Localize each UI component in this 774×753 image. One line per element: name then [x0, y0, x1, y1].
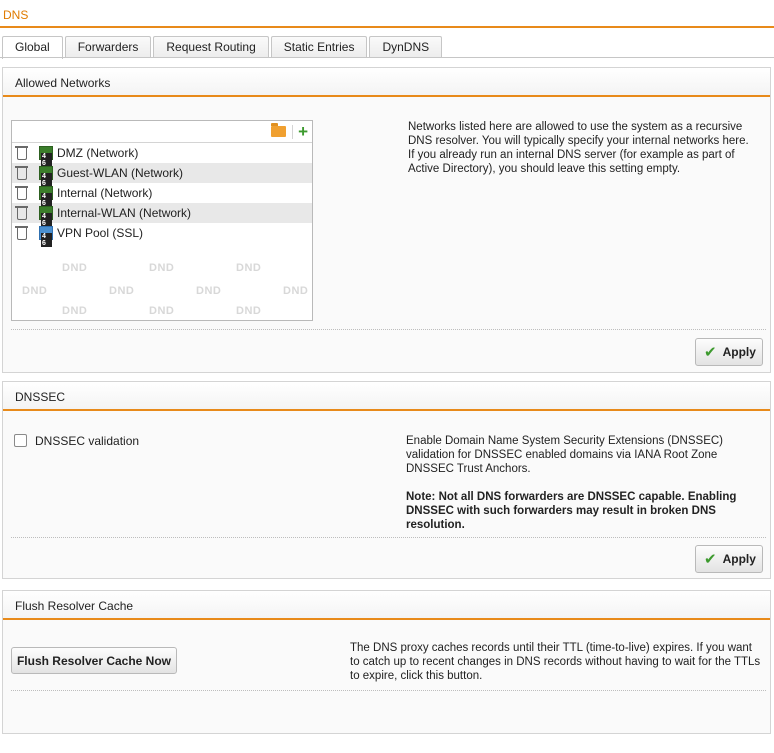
allowed-networks-list[interactable]: + DMZ (Network) Guest-WLAN (Network) Int…	[11, 120, 313, 321]
watermark: DND	[283, 285, 309, 297]
page-title: DNS	[0, 0, 774, 28]
watermark: DND	[149, 305, 175, 317]
check-icon: ✔	[704, 344, 717, 361]
watermark: DND	[149, 262, 175, 274]
network-icon	[39, 206, 53, 227]
divider	[11, 537, 766, 538]
tab-request-routing[interactable]: Request Routing	[153, 36, 269, 58]
dnssec-description: Enable Domain Name System Security Exten…	[406, 435, 724, 475]
list-item-label: Guest-WLAN (Network)	[57, 166, 184, 180]
dnssec-description-block: Enable Domain Name System Security Exten…	[406, 434, 756, 546]
network-icon	[39, 146, 53, 167]
apply-button[interactable]: ✔ Apply	[695, 338, 763, 366]
section-title: Flush Resolver Cache	[3, 591, 770, 620]
folder-icon[interactable]	[271, 123, 287, 137]
trash-icon[interactable]	[15, 146, 28, 160]
list-item[interactable]: Internal-WLAN (Network)	[12, 203, 312, 227]
watermark: DND	[62, 305, 88, 317]
list-item[interactable]: Guest-WLAN (Network)	[12, 163, 312, 187]
trash-icon[interactable]	[15, 166, 28, 180]
list-item[interactable]: VPN Pool (SSL)	[12, 223, 312, 247]
list-toolbar: +	[12, 121, 312, 143]
add-icon[interactable]: +	[298, 123, 308, 140]
trash-icon[interactable]	[15, 226, 28, 240]
flush-description: The DNS proxy caches records until their…	[350, 642, 761, 682]
divider	[11, 690, 766, 691]
allowed-networks-section: Allowed Networks + DMZ (Network) Guest-W…	[2, 67, 771, 373]
section-title: Allowed Networks	[3, 68, 770, 97]
divider	[11, 329, 766, 330]
trash-icon[interactable]	[15, 186, 28, 200]
dnssec-note: Note: Not all DNS forwarders are DNSSEC …	[406, 491, 737, 531]
allowed-networks-description: Networks listed here are allowed to use …	[408, 121, 749, 175]
list-item[interactable]: Internal (Network)	[12, 183, 312, 207]
list-item-label: Internal-WLAN (Network)	[57, 206, 192, 220]
dnssec-validation-checkbox[interactable]	[14, 434, 27, 447]
trash-icon[interactable]	[15, 206, 28, 220]
dnssec-section: DNSSEC DNSSEC validation Enable Domain N…	[2, 381, 771, 579]
list-item-label: DMZ (Network)	[57, 146, 139, 160]
tab-dyndns[interactable]: DynDNS	[369, 36, 443, 58]
watermark: DND	[22, 285, 48, 297]
tab-bar: Global Forwarders Request Routing Static…	[2, 36, 444, 59]
list-item-label: VPN Pool (SSL)	[57, 226, 144, 240]
vpn-pool-icon	[39, 226, 53, 247]
toolbar-divider	[292, 124, 294, 139]
network-icon	[39, 166, 53, 187]
watermark: DND	[196, 285, 222, 297]
tab-global[interactable]: Global	[2, 36, 63, 59]
list-item[interactable]: DMZ (Network)	[12, 143, 312, 167]
watermark: DND	[236, 262, 262, 274]
watermark: DND	[62, 262, 88, 274]
apply-label: Apply	[722, 345, 756, 359]
watermark: DND	[236, 305, 262, 317]
flush-resolver-cache-button[interactable]: Flush Resolver Cache Now	[11, 647, 177, 674]
network-icon	[39, 186, 53, 207]
apply-button[interactable]: ✔ Apply	[695, 545, 763, 573]
list-item-label: Internal (Network)	[57, 186, 153, 200]
watermark: DND	[109, 285, 135, 297]
dnssec-validation-label[interactable]: DNSSEC validation	[35, 434, 139, 448]
section-title: DNSSEC	[3, 382, 770, 411]
apply-label: Apply	[722, 552, 756, 566]
check-icon: ✔	[704, 551, 717, 568]
tab-static-entries[interactable]: Static Entries	[270, 36, 368, 58]
tab-forwarders[interactable]: Forwarders	[64, 36, 152, 58]
tab-divider	[0, 57, 774, 58]
flush-cache-section: Flush Resolver Cache Flush Resolver Cach…	[2, 590, 771, 734]
